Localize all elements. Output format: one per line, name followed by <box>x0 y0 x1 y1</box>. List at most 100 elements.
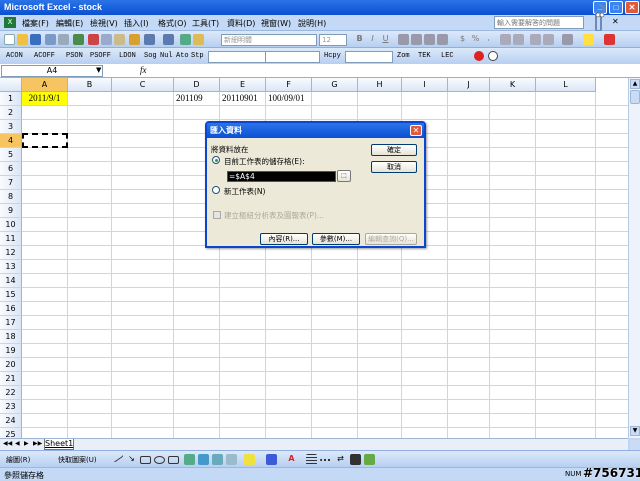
autoshapes-menu[interactable]: 快取圖案(U) <box>58 455 97 465</box>
row-header-8[interactable]: 8 <box>0 190 22 204</box>
copy-icon[interactable] <box>101 34 112 45</box>
row-header-7[interactable]: 7 <box>0 176 22 190</box>
nul-button[interactable]: Nul <box>160 52 173 60</box>
diagram-tool-icon[interactable] <box>198 454 209 465</box>
sheet-tab-sheet1[interactable]: Sheet1 <box>44 439 74 450</box>
row-header-16[interactable]: 16 <box>0 302 22 316</box>
row-header-21[interactable]: 21 <box>0 372 22 386</box>
close-button[interactable]: ✕ <box>625 1 639 14</box>
column-header-k[interactable]: K <box>490 78 536 92</box>
radio-new-sheet[interactable] <box>212 186 220 194</box>
oval-tool-icon[interactable] <box>154 456 165 464</box>
column-header-d[interactable]: D <box>174 78 220 92</box>
underline-icon[interactable]: U <box>380 34 391 45</box>
radio-existing-sheet[interactable] <box>212 156 220 164</box>
decrease-indent-icon[interactable] <box>530 34 541 45</box>
align-center-icon[interactable] <box>411 34 422 45</box>
office-assistant-icon[interactable] <box>591 3 607 33</box>
excel-doc-icon[interactable]: X <box>4 17 16 28</box>
first-sheet-icon[interactable]: ◀◀ <box>3 440 12 447</box>
custom-select-3[interactable] <box>345 51 393 63</box>
hscroll-right-icon[interactable] <box>630 440 640 450</box>
menu-tools[interactable]: 工具(T) <box>192 18 219 29</box>
column-header-f[interactable]: F <box>266 78 312 92</box>
select-all-corner[interactable] <box>0 78 22 92</box>
3d-style-icon[interactable] <box>364 454 375 465</box>
stp-button[interactable]: Stp <box>191 52 204 60</box>
decrease-decimal-icon[interactable] <box>513 34 524 45</box>
scroll-up-icon[interactable]: ▲ <box>630 79 640 89</box>
column-header-l[interactable]: L <box>536 78 596 92</box>
currency-icon[interactable]: $ <box>457 34 468 45</box>
scroll-thumb[interactable] <box>630 90 640 104</box>
row-header-25[interactable]: 25 <box>0 428 22 438</box>
custom-select-2[interactable] <box>265 51 320 63</box>
ok-button[interactable]: 確定 <box>371 144 417 156</box>
row-header-10[interactable]: 10 <box>0 218 22 232</box>
menu-insert[interactable]: 插入(I) <box>124 18 149 29</box>
row-header-20[interactable]: 20 <box>0 358 22 372</box>
draw-menu[interactable]: 繪圖(R) <box>6 455 30 465</box>
column-header-b[interactable]: B <box>68 78 112 92</box>
print-icon[interactable] <box>45 34 56 45</box>
save-icon[interactable] <box>30 34 41 45</box>
row-header-5[interactable]: 5 <box>0 148 22 162</box>
hyperlink-icon[interactable] <box>180 34 191 45</box>
row-header-13[interactable]: 13 <box>0 260 22 274</box>
formula-input[interactable] <box>152 65 637 77</box>
percent-icon[interactable]: % <box>470 34 481 45</box>
parameters-button[interactable]: 參數(M)... <box>312 233 360 245</box>
radio-new-label[interactable]: 新工作表(N) <box>224 186 265 197</box>
row-header-4[interactable]: 4 <box>0 134 22 148</box>
menu-window[interactable]: 視窗(W) <box>261 18 291 29</box>
cut-icon[interactable] <box>88 34 99 45</box>
next-sheet-icon[interactable]: ▶ <box>24 440 29 447</box>
cell-d1[interactable]: 201109 <box>174 92 220 105</box>
lec-button[interactable]: LEC <box>441 52 454 60</box>
zom-button[interactable]: Zom <box>397 52 410 60</box>
radio-existing-label[interactable]: 目前工作表的儲存格(E): <box>224 156 305 167</box>
help-search-input[interactable] <box>494 16 584 29</box>
name-box[interactable]: A4 <box>1 65 103 77</box>
row-header-1[interactable]: 1 <box>0 92 22 106</box>
undo-icon[interactable] <box>144 34 155 45</box>
acon-button[interactable]: ACON <box>6 52 23 60</box>
font-color-draw-icon[interactable]: A <box>286 454 297 465</box>
comma-icon[interactable]: , <box>483 34 494 45</box>
font-name-select[interactable]: 新細明體 <box>221 34 317 46</box>
new-icon[interactable] <box>4 34 15 45</box>
last-sheet-icon[interactable]: ▶▶ <box>33 440 42 447</box>
name-box-dropdown-icon[interactable]: ▼ <box>96 66 101 74</box>
fill-color-icon[interactable] <box>583 34 594 45</box>
line-tool-icon[interactable] <box>111 451 124 463</box>
cell-a1[interactable]: 2011/9/1 <box>22 92 67 105</box>
merge-center-icon[interactable] <box>437 34 448 45</box>
increase-decimal-icon[interactable] <box>500 34 511 45</box>
line-style-icon[interactable] <box>306 454 317 465</box>
wordart-tool-icon[interactable] <box>184 454 195 465</box>
spelling-icon[interactable] <box>73 34 84 45</box>
align-left-icon[interactable] <box>398 34 409 45</box>
column-header-e[interactable]: E <box>220 78 266 92</box>
dash-style-icon[interactable] <box>320 459 331 461</box>
menu-data[interactable]: 資料(D) <box>227 18 255 29</box>
format-painter-icon[interactable] <box>129 34 140 45</box>
column-header-c[interactable]: C <box>112 78 174 92</box>
line-color-icon[interactable] <box>266 454 277 465</box>
pson-button[interactable]: PSON <box>66 52 83 60</box>
arrow-style-icon[interactable]: ⇄ <box>335 454 346 465</box>
align-right-icon[interactable] <box>424 34 435 45</box>
menu-view[interactable]: 檢視(V) <box>90 18 118 29</box>
ldon-button[interactable]: LDON <box>119 52 136 60</box>
italic-icon[interactable]: I <box>367 34 378 45</box>
row-header-24[interactable]: 24 <box>0 414 22 428</box>
tek-button[interactable]: TEK <box>418 52 431 60</box>
active-cell-a4[interactable] <box>22 133 68 148</box>
sog-button[interactable]: Sog <box>144 52 157 60</box>
column-header-h[interactable]: H <box>358 78 402 92</box>
row-header-9[interactable]: 9 <box>0 204 22 218</box>
column-header-i[interactable]: I <box>402 78 448 92</box>
doc-close-icon[interactable]: ✕ <box>612 17 619 26</box>
row-header-11[interactable]: 11 <box>0 232 22 246</box>
borders-icon[interactable] <box>562 34 573 45</box>
